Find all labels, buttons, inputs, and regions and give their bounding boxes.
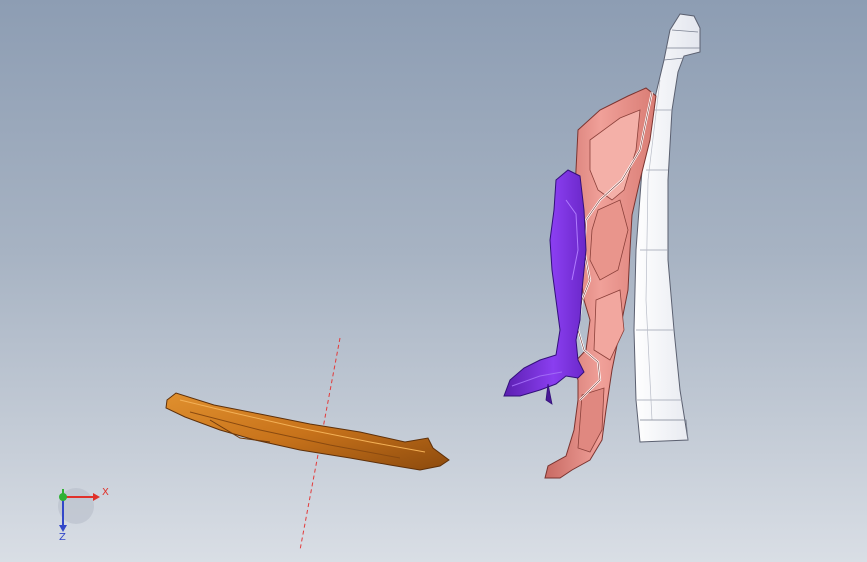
coordinate-triad: [58, 488, 100, 532]
x-axis-head: [93, 493, 100, 501]
z-axis-label: Z: [59, 532, 66, 543]
bracket-part[interactable]: [503, 169, 587, 405]
z-axis-head: [59, 525, 67, 532]
x-axis-label: X: [102, 487, 109, 498]
model-scene[interactable]: [0, 0, 867, 562]
triad-origin: [59, 493, 67, 501]
pillar-part[interactable]: [633, 13, 701, 443]
3d-viewport[interactable]: X Z: [0, 0, 867, 562]
beam-part[interactable]: [165, 392, 450, 471]
